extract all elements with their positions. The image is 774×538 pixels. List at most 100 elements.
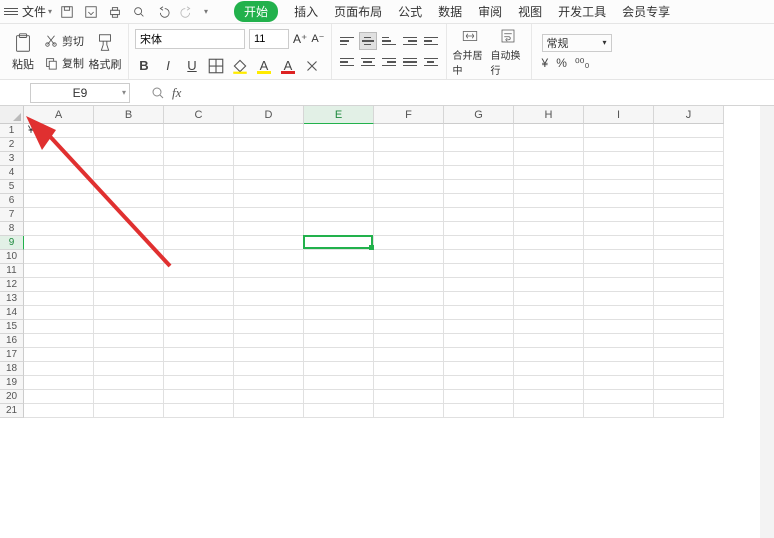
cell[interactable] xyxy=(584,264,654,278)
number-format-select[interactable]: 常规▾ xyxy=(542,34,612,52)
cell[interactable] xyxy=(234,264,304,278)
qa-dropdown-icon[interactable]: ▾ xyxy=(204,7,208,16)
align-dist-button[interactable] xyxy=(422,53,440,71)
clear-format-button[interactable] xyxy=(303,57,321,75)
cell[interactable] xyxy=(24,362,94,376)
vertical-scrollbar[interactable] xyxy=(760,106,774,538)
merge-center-button[interactable]: 合并居中 xyxy=(453,27,487,77)
cell[interactable] xyxy=(164,376,234,390)
cell[interactable] xyxy=(164,250,234,264)
cell[interactable] xyxy=(584,180,654,194)
cell[interactable] xyxy=(374,376,444,390)
cell[interactable] xyxy=(24,348,94,362)
cell[interactable] xyxy=(94,138,164,152)
cell[interactable] xyxy=(654,264,724,278)
tab-start[interactable]: 开始 xyxy=(234,1,278,22)
cell[interactable] xyxy=(234,222,304,236)
cell[interactable] xyxy=(164,278,234,292)
formula-input[interactable] xyxy=(187,83,774,103)
row-header-17[interactable]: 17 xyxy=(0,348,24,362)
row-header-18[interactable]: 18 xyxy=(0,362,24,376)
cell[interactable] xyxy=(374,194,444,208)
align-middle-button[interactable] xyxy=(359,32,377,50)
align-center-button[interactable] xyxy=(359,53,377,71)
cell[interactable]: ￥ xyxy=(24,124,94,138)
currency-button[interactable]: ¥ xyxy=(542,56,549,70)
cell[interactable] xyxy=(24,152,94,166)
cell[interactable] xyxy=(234,138,304,152)
tab-review[interactable]: 审阅 xyxy=(478,3,502,20)
col-header-A[interactable]: A xyxy=(24,106,94,124)
font-dec-icon[interactable]: A⁻ xyxy=(311,32,324,45)
cell[interactable] xyxy=(164,320,234,334)
cell[interactable] xyxy=(234,320,304,334)
cell[interactable] xyxy=(374,334,444,348)
cut-button[interactable]: 剪切 xyxy=(44,31,84,51)
cell[interactable] xyxy=(514,348,584,362)
cell[interactable] xyxy=(374,292,444,306)
row-header-21[interactable]: 21 xyxy=(0,404,24,418)
cell[interactable] xyxy=(374,390,444,404)
cell[interactable] xyxy=(654,306,724,320)
cell[interactable] xyxy=(234,362,304,376)
cell[interactable] xyxy=(304,166,374,180)
cell[interactable] xyxy=(304,292,374,306)
cell[interactable] xyxy=(164,152,234,166)
cell[interactable] xyxy=(24,376,94,390)
cell[interactable] xyxy=(304,306,374,320)
cell[interactable] xyxy=(444,320,514,334)
select-all-corner[interactable] xyxy=(0,106,24,124)
cell[interactable] xyxy=(24,390,94,404)
file-dropdown-icon[interactable]: ▾ xyxy=(48,7,52,16)
cell[interactable] xyxy=(584,138,654,152)
cell[interactable] xyxy=(94,278,164,292)
cell[interactable] xyxy=(234,334,304,348)
cell[interactable] xyxy=(234,306,304,320)
cell[interactable] xyxy=(584,362,654,376)
align-top-button[interactable] xyxy=(338,32,356,50)
paste-button[interactable]: 粘贴 xyxy=(6,27,40,77)
cell[interactable] xyxy=(514,124,584,138)
cell[interactable] xyxy=(94,236,164,250)
cell[interactable] xyxy=(374,138,444,152)
cell[interactable] xyxy=(304,334,374,348)
cell[interactable] xyxy=(584,166,654,180)
cell[interactable] xyxy=(374,236,444,250)
cell[interactable] xyxy=(304,180,374,194)
cell[interactable] xyxy=(164,180,234,194)
align-bottom-button[interactable] xyxy=(380,32,398,50)
cell[interactable] xyxy=(654,348,724,362)
cell[interactable] xyxy=(24,320,94,334)
cell[interactable] xyxy=(94,320,164,334)
cell[interactable] xyxy=(584,278,654,292)
tab-dev[interactable]: 开发工具 xyxy=(558,3,606,20)
cell[interactable] xyxy=(444,404,514,418)
cell[interactable] xyxy=(304,124,374,138)
cell[interactable] xyxy=(24,306,94,320)
cell[interactable] xyxy=(374,320,444,334)
cell[interactable] xyxy=(94,180,164,194)
cell[interactable] xyxy=(304,362,374,376)
col-header-H[interactable]: H xyxy=(514,106,584,124)
cell[interactable] xyxy=(654,236,724,250)
row-header-12[interactable]: 12 xyxy=(0,278,24,292)
align-right-button[interactable] xyxy=(380,53,398,71)
cell[interactable] xyxy=(374,166,444,180)
cell[interactable] xyxy=(94,264,164,278)
indent-dec-button[interactable] xyxy=(401,32,419,50)
cell[interactable] xyxy=(514,180,584,194)
percent-button[interactable]: % xyxy=(556,56,567,70)
highlight-button[interactable]: A xyxy=(255,57,273,75)
align-left-button[interactable] xyxy=(338,53,356,71)
cell[interactable] xyxy=(444,152,514,166)
copy-button[interactable]: 复制 xyxy=(44,53,84,73)
align-justify-button[interactable] xyxy=(401,53,419,71)
row-header-10[interactable]: 10 xyxy=(0,250,24,264)
cell[interactable] xyxy=(514,334,584,348)
cell[interactable] xyxy=(374,250,444,264)
col-header-D[interactable]: D xyxy=(234,106,304,124)
cell[interactable] xyxy=(164,222,234,236)
cell[interactable] xyxy=(304,222,374,236)
cell[interactable] xyxy=(374,278,444,292)
format-painter-button[interactable]: 格式刷 xyxy=(88,27,122,77)
